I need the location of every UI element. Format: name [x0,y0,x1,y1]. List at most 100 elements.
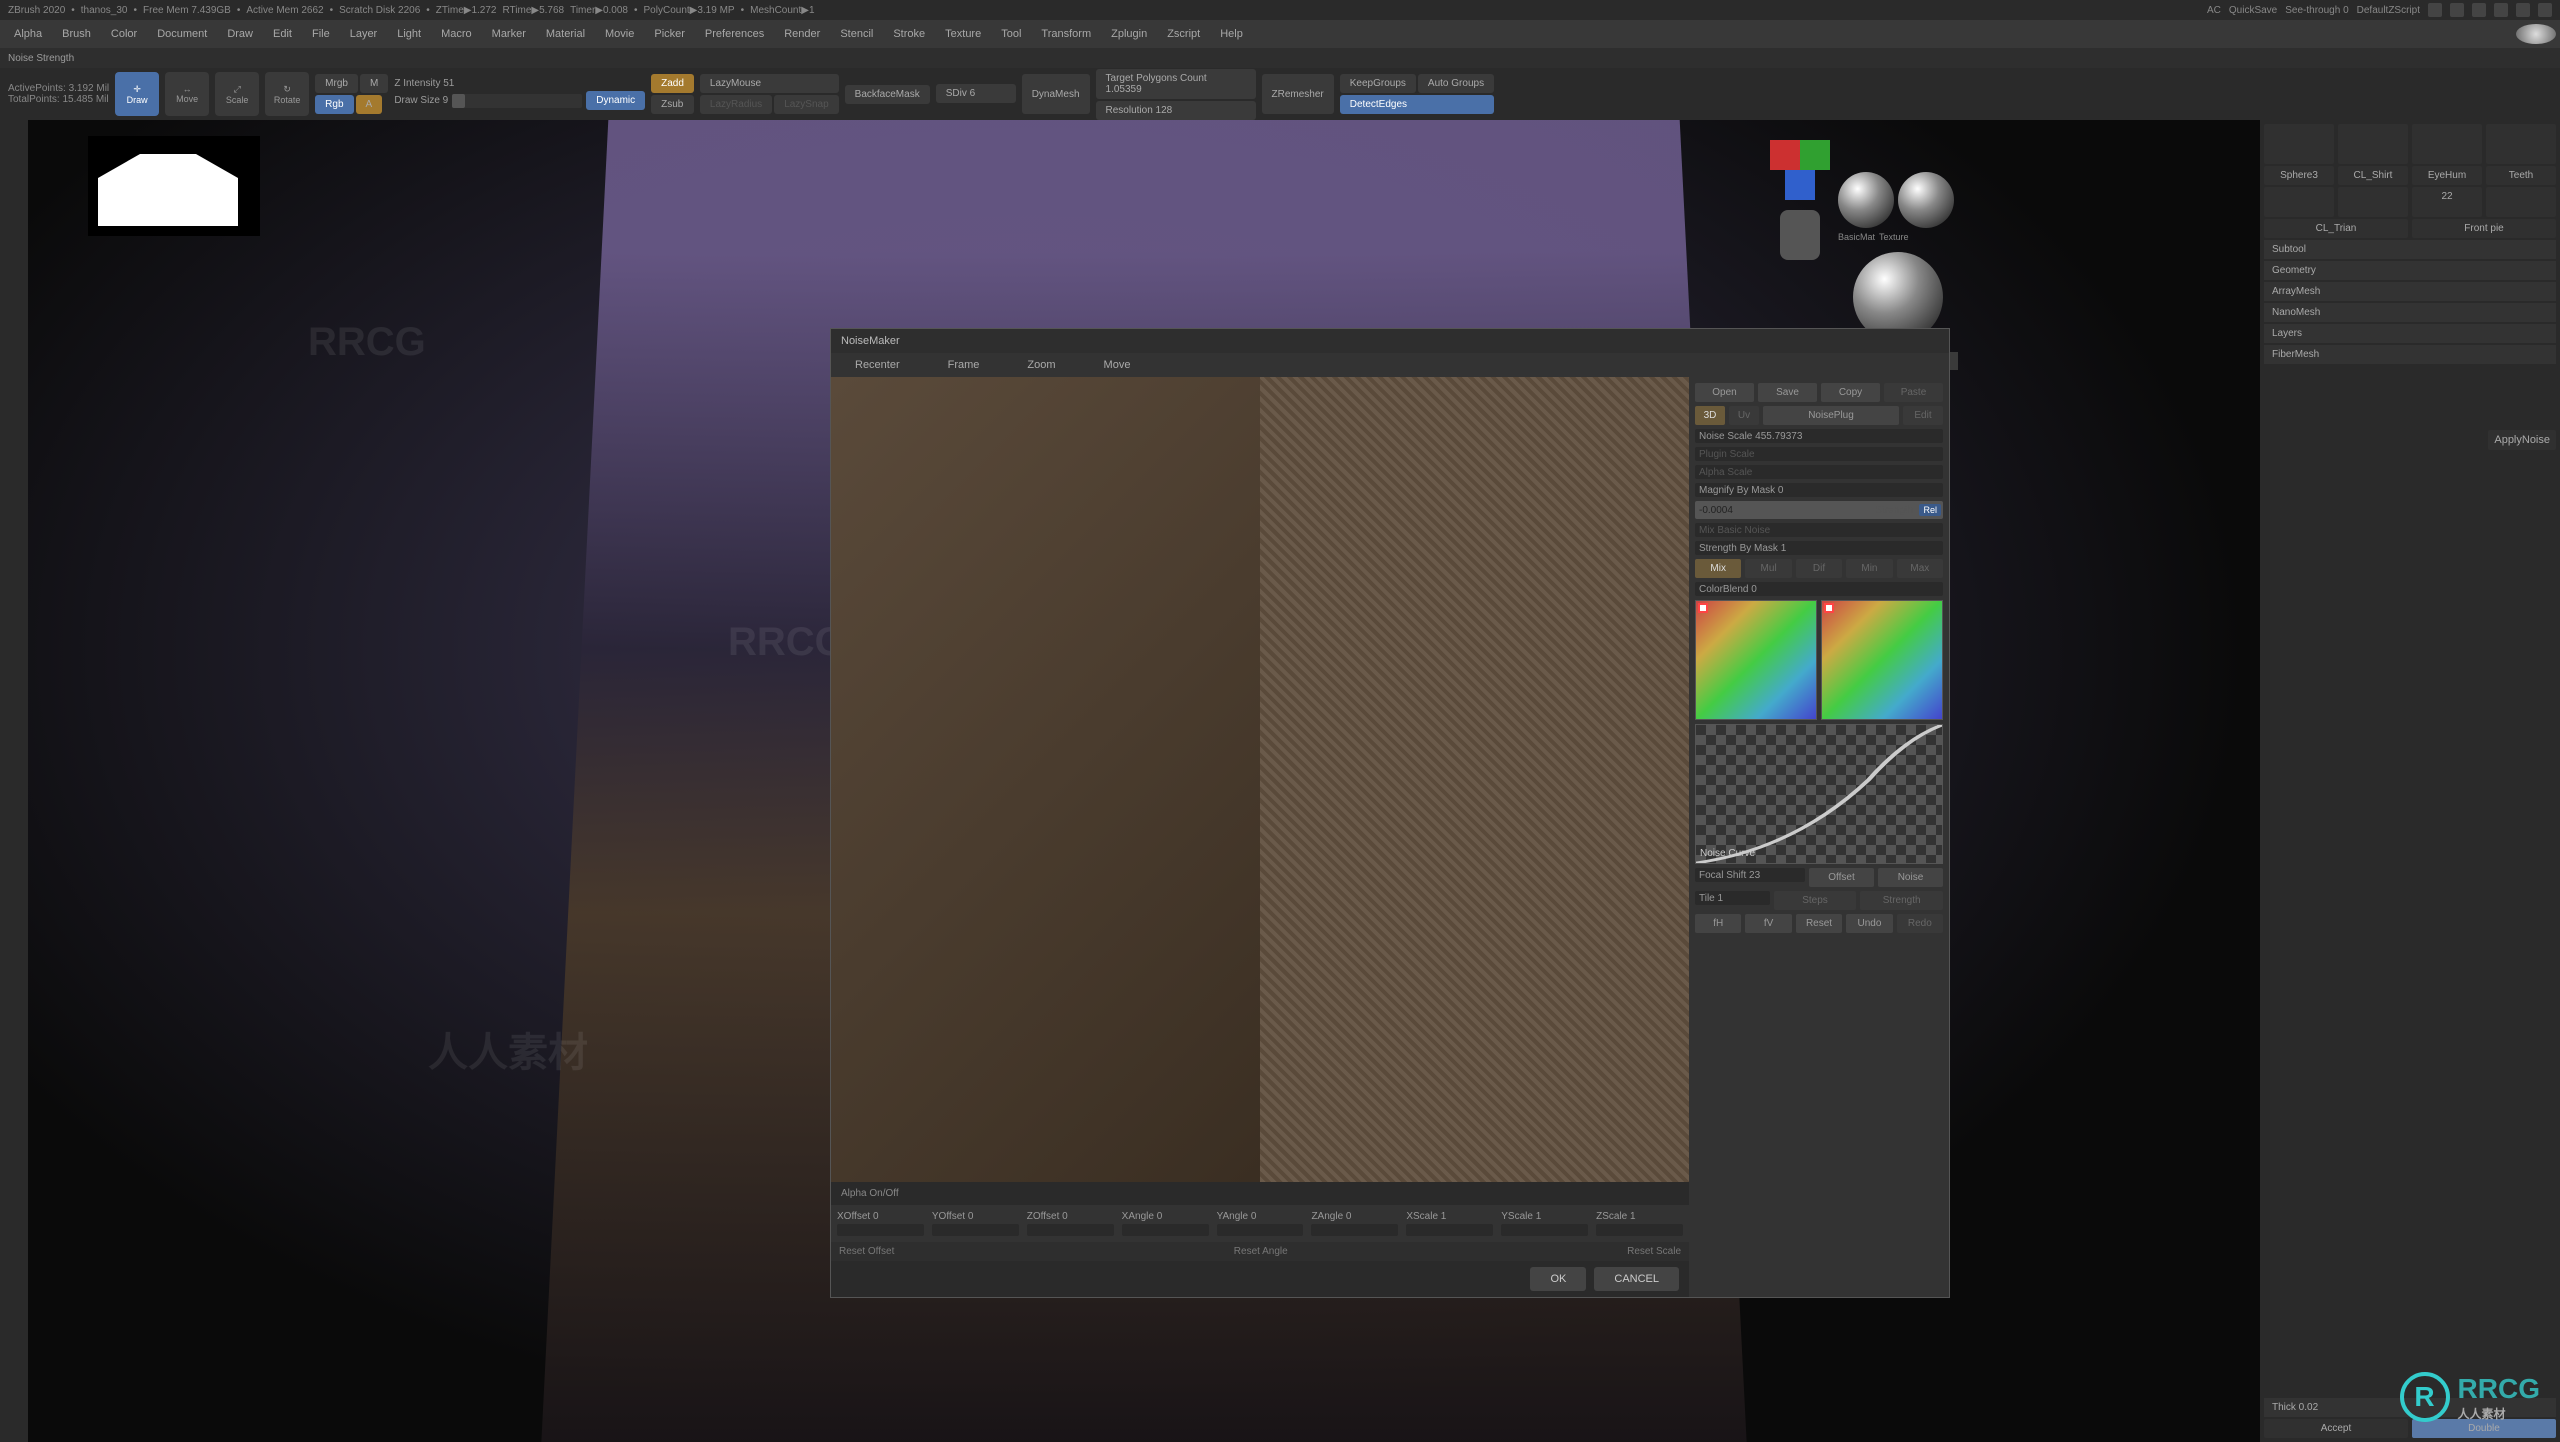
nm-edit-button[interactable]: Edit [1903,406,1943,425]
menu-preferences[interactable]: Preferences [695,24,774,44]
nm-dif-button[interactable]: Dif [1796,559,1842,578]
canvas[interactable]: BasicMat Texture SelectLa SelectRe Noise… [28,120,2260,1442]
basicmat-label[interactable]: BasicMat [1838,232,1875,242]
nm-strength-input[interactable]: -0.0004 Strength Rel [1695,501,1943,519]
menu-color[interactable]: Color [101,24,147,44]
menu-brush[interactable]: Brush [52,24,101,44]
menu-marker[interactable]: Marker [482,24,536,44]
nm-zscale[interactable]: ZScale 1 [1596,1211,1683,1222]
seethrough-slider[interactable]: See-through 0 [2285,5,2348,16]
menu-render[interactable]: Render [774,24,830,44]
nm-max-button[interactable]: Max [1897,559,1943,578]
m-button[interactable]: M [360,74,388,93]
backfacemask-button[interactable]: BackfaceMask [845,85,930,104]
dynamesh-button[interactable]: DynaMesh [1022,74,1090,114]
zremesher-button[interactable]: ZRemesher [1262,74,1334,114]
menu-stencil[interactable]: Stencil [830,24,883,44]
nm-tile-slider[interactable]: Tile 1 [1695,891,1770,905]
tool-sphere3[interactable]: Sphere3 [2264,166,2334,185]
panel-nanomesh[interactable]: NanoMesh [2264,303,2556,322]
nm-save-button[interactable]: Save [1758,383,1817,402]
nm-alpha-scale-slider[interactable]: Alpha Scale [1695,465,1943,479]
nm-zangle[interactable]: ZAngle 0 [1311,1211,1398,1222]
nm-uv-button[interactable]: Uv [1729,406,1759,425]
nm-move-button[interactable]: Move [1080,353,1155,377]
nm-copy-button[interactable]: Copy [1821,383,1880,402]
nm-rel-button[interactable]: Rel [1919,504,1941,516]
menu-icon[interactable] [2428,3,2442,17]
sdiv-slider[interactable]: SDiv 6 [936,84,1016,103]
menu-help[interactable]: Help [1210,24,1253,44]
menu-zplugin[interactable]: Zplugin [1101,24,1157,44]
tool-teeth[interactable]: Teeth [2486,166,2556,185]
panel-layers[interactable]: Layers [2264,324,2556,343]
drawsize-slider[interactable]: Draw Size 9 [394,95,448,106]
noisemaker-title[interactable]: NoiseMaker [831,329,1949,353]
nm-zoom-button[interactable]: Zoom [1003,353,1079,377]
menu-icon-3[interactable] [2472,3,2486,17]
nm-offset-button[interactable]: Offset [1809,868,1874,887]
nm-color-gradient-1[interactable] [1695,600,1817,720]
nm-reset-scale[interactable]: Reset Scale [1627,1246,1681,1257]
apply-noise-button[interactable]: ApplyNoise [2488,430,2556,450]
panel-subtool[interactable]: Subtool [2264,240,2556,259]
menu-document[interactable]: Document [147,24,217,44]
tool-frontpie[interactable]: Front pie [2412,219,2556,238]
nm-xoffset[interactable]: XOffset 0 [837,1211,924,1222]
nm-reset-offset[interactable]: Reset Offset [839,1246,894,1257]
move-button[interactable]: ↔Move [165,72,209,116]
menu-stroke[interactable]: Stroke [883,24,935,44]
axis-gizmo[interactable] [1770,140,1830,200]
target-polygons-slider[interactable]: Target Polygons Count 1.05359 [1096,69,1256,99]
panel-fibermesh[interactable]: FiberMesh [2264,345,2556,364]
menu-material[interactable]: Material [536,24,595,44]
zsub-button[interactable]: Zsub [651,95,694,114]
nm-undo-button[interactable]: Undo [1846,914,1892,933]
material-sphere-2[interactable] [1898,172,1954,228]
menu-movie[interactable]: Movie [595,24,644,44]
nm-alpha-toggle[interactable]: Alpha On/Off [831,1182,1689,1205]
keepgroups-button[interactable]: KeepGroups [1340,74,1416,93]
tool-cltrian[interactable]: CL_Trian [2264,219,2408,238]
panel-geometry[interactable]: Geometry [2264,261,2556,280]
menu-picker[interactable]: Picker [644,24,695,44]
texture-label[interactable]: Texture [1879,232,1909,242]
nm-preview[interactable]: Alpha On/Off XOffset 0 YOffset 0 ZOffset… [831,377,1689,1297]
nm-fv-button[interactable]: fV [1745,914,1791,933]
nm-mix-basic-slider[interactable]: Mix Basic Noise [1695,523,1943,537]
panel-arraymesh[interactable]: ArrayMesh [2264,282,2556,301]
menu-edit[interactable]: Edit [263,24,302,44]
nm-noise-button[interactable]: Noise [1878,868,1943,887]
nm-xscale[interactable]: XScale 1 [1406,1211,1493,1222]
nm-plugin-scale-slider[interactable]: Plugin Scale [1695,447,1943,461]
nm-mix-button[interactable]: Mix [1695,559,1741,578]
menu-draw[interactable]: Draw [217,24,263,44]
menu-zscript[interactable]: Zscript [1157,24,1210,44]
quicksave-button[interactable]: QuickSave [2229,5,2277,16]
menu-transform[interactable]: Transform [1031,24,1101,44]
nm-magnify-slider[interactable]: Magnify By Mask 0 [1695,483,1943,497]
detectedges-button[interactable]: DetectEdges [1340,95,1494,114]
nm-min-button[interactable]: Min [1846,559,1892,578]
nm-strength2-button[interactable]: Strength [1860,891,1943,910]
nm-yscale[interactable]: YScale 1 [1501,1211,1588,1222]
rgb-button[interactable]: Rgb [315,95,353,114]
nm-noiseplug-button[interactable]: NoisePlug [1763,406,1899,425]
nm-noise-scale-slider[interactable]: Noise Scale 455.79373 [1695,429,1943,443]
nm-reset-angle[interactable]: Reset Angle [1234,1246,1288,1257]
menu-alpha[interactable]: Alpha [4,24,52,44]
minimize-icon[interactable] [2494,3,2508,17]
a-button[interactable]: A [356,95,383,114]
nm-noise-curve[interactable]: Noise Curve [1695,724,1943,864]
lazysnap-button[interactable]: LazySnap [774,95,838,114]
nm-yangle[interactable]: YAngle 0 [1217,1211,1304,1222]
menu-tool[interactable]: Tool [991,24,1031,44]
menu-icon-2[interactable] [2450,3,2464,17]
nm-cancel-button[interactable]: CANCEL [1594,1267,1679,1291]
nm-preview-left[interactable] [831,377,1260,1182]
default-zscript-button[interactable]: DefaultZScript [2357,5,2420,16]
nm-reset-button[interactable]: Reset [1796,914,1842,933]
nm-strength-by-mask-slider[interactable]: Strength By Mask 1 [1695,541,1943,555]
ac-label[interactable]: AC [2207,5,2221,16]
nm-open-button[interactable]: Open [1695,383,1754,402]
